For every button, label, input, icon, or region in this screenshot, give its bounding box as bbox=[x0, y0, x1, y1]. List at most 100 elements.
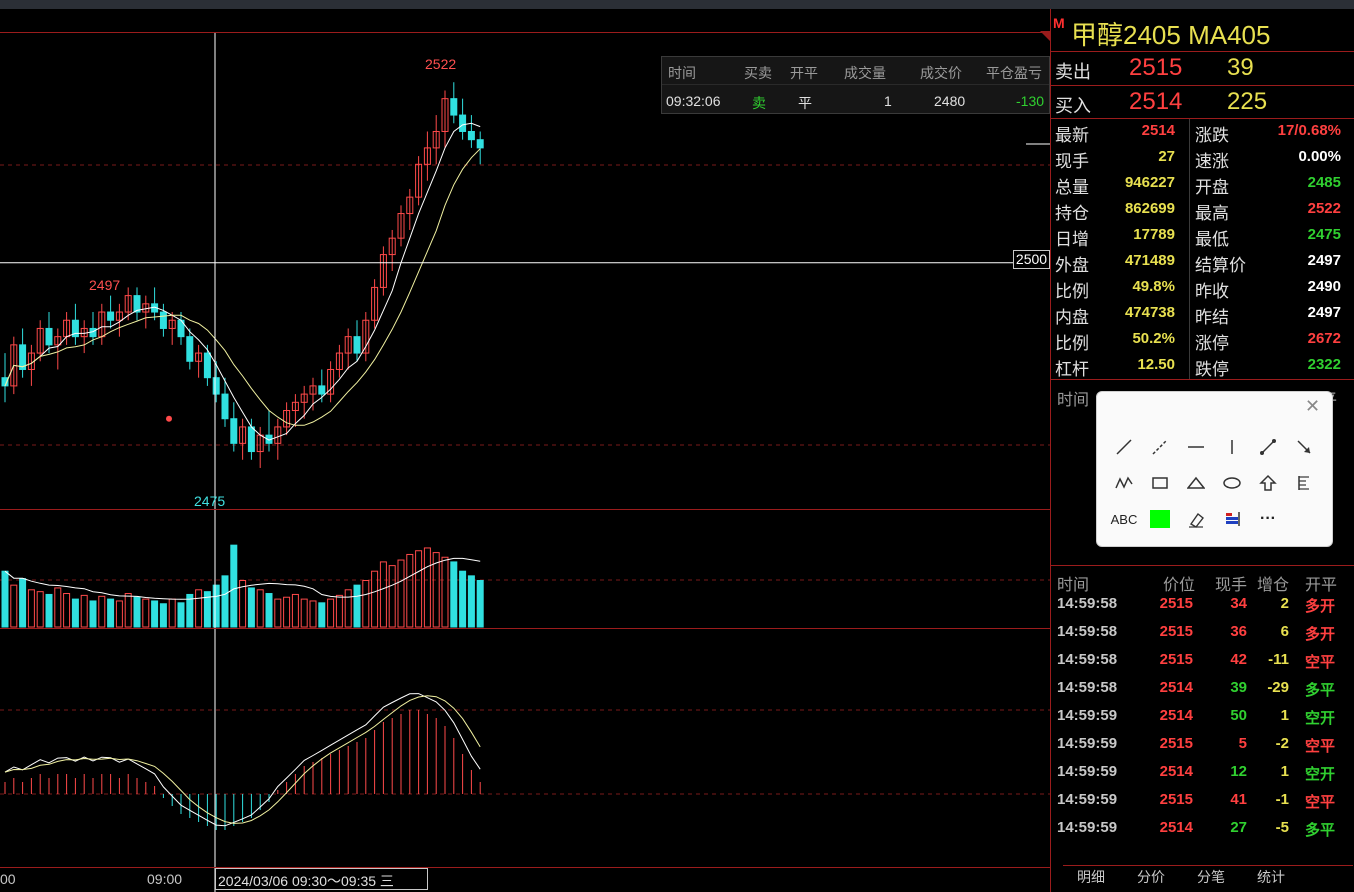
tick-row[interactable]: 14:59:58 2515 36 6 多开 bbox=[1051, 623, 1354, 651]
ellipse-tool[interactable] bbox=[1219, 470, 1245, 496]
stat-label: 昨收 bbox=[1195, 282, 1229, 301]
volume-bar bbox=[159, 603, 167, 628]
trade-record-popup[interactable]: 时间 买卖 开平 成交量 成交价 平仓盈亏 09:32:06 卖 平 1 248… bbox=[661, 56, 1050, 114]
left-high-price-label: 2497 bbox=[89, 277, 121, 293]
ellipse-icon bbox=[1223, 477, 1241, 489]
volume-bar bbox=[27, 589, 35, 628]
volume-bar bbox=[54, 587, 62, 628]
stat-label: 日增 bbox=[1055, 230, 1089, 249]
tick-type: 多平 bbox=[1305, 822, 1336, 839]
horizontal-line-tool[interactable] bbox=[1183, 434, 1209, 460]
volume-bar bbox=[318, 602, 326, 628]
drawing-tools-popup[interactable]: ✕ ABC ··· bbox=[1096, 391, 1333, 547]
tab-stats[interactable]: 统计 bbox=[1257, 867, 1285, 887]
tick-price: 2515 bbox=[1159, 791, 1193, 808]
tick-row[interactable]: 14:59:58 2515 34 2 多开 bbox=[1051, 595, 1354, 623]
volume-bar bbox=[406, 553, 414, 628]
stats-row: 杠杆 12.50 跌停 2322 bbox=[1051, 353, 1354, 379]
ask-price: 2515 bbox=[1129, 54, 1183, 81]
tick-time: 14:59:59 bbox=[1057, 707, 1118, 724]
segment-tool[interactable] bbox=[1255, 434, 1281, 460]
fibonacci-tool[interactable] bbox=[1291, 470, 1317, 496]
trade-data-row[interactable]: 09:32:06 卖 平 1 2480 -130 bbox=[662, 87, 1049, 115]
stat-label: 现手 bbox=[1055, 152, 1089, 171]
stats-row: 外盘 471489 结算价 2497 bbox=[1051, 249, 1354, 275]
zigzag-icon bbox=[1115, 476, 1133, 489]
tick-qty: 36 bbox=[1230, 623, 1247, 640]
stat-value: 49.8% bbox=[1132, 278, 1175, 295]
bid-label: 买入 bbox=[1055, 96, 1091, 116]
tick-time: 14:59:58 bbox=[1057, 623, 1118, 640]
trade-header-price: 成交价 bbox=[920, 65, 962, 81]
trade-header-time: 时间 bbox=[668, 65, 696, 81]
flag-tool[interactable] bbox=[1219, 506, 1245, 532]
volume-bar bbox=[274, 598, 282, 628]
stat-label: 开盘 bbox=[1195, 178, 1229, 197]
arrow-line-tool[interactable] bbox=[1291, 434, 1317, 460]
volume-bar bbox=[256, 589, 264, 628]
stat-value: 2514 bbox=[1141, 122, 1175, 139]
trade-volume: 1 bbox=[884, 93, 892, 109]
stats-bottom-border bbox=[1051, 379, 1354, 380]
tick-row[interactable]: 14:59:59 2515 41 -1 空平 bbox=[1051, 791, 1354, 819]
trade-side: 卖 bbox=[752, 95, 766, 111]
trade-openclose: 平 bbox=[798, 95, 812, 111]
rectangle-tool[interactable] bbox=[1147, 470, 1173, 496]
color-tool[interactable] bbox=[1147, 506, 1173, 532]
candle-body bbox=[467, 130, 475, 141]
stat-label: 最低 bbox=[1195, 230, 1229, 249]
tick-oi: 1 bbox=[1280, 763, 1289, 780]
macd-bottom-border bbox=[0, 867, 1050, 868]
stat-label: 涨跌 bbox=[1195, 126, 1229, 145]
stat-label: 内盘 bbox=[1055, 308, 1089, 327]
volume-bar bbox=[265, 593, 273, 628]
stat-value: 12.50 bbox=[1137, 356, 1175, 373]
tick-row[interactable]: 14:59:58 2515 42 -11 空平 bbox=[1051, 651, 1354, 679]
volume-bar bbox=[98, 595, 106, 628]
volume-bar bbox=[133, 596, 141, 628]
tick-qty: 34 bbox=[1230, 595, 1247, 612]
zigzag-tool[interactable] bbox=[1111, 470, 1137, 496]
candle-body bbox=[230, 418, 238, 444]
line-icon bbox=[1116, 439, 1132, 455]
tick-row[interactable]: 14:59:59 2514 27 -5 多平 bbox=[1051, 819, 1354, 847]
tabs-border bbox=[1063, 865, 1353, 866]
dashed-line-tool[interactable] bbox=[1147, 434, 1173, 460]
tick-time: 14:59:59 bbox=[1057, 763, 1118, 780]
trade-header-pnl: 平仓盈亏 bbox=[986, 65, 1042, 81]
volume-bar bbox=[423, 547, 431, 628]
tick-row[interactable]: 14:59:59 2514 50 1 空开 bbox=[1051, 707, 1354, 735]
vertical-line-tool[interactable] bbox=[1219, 434, 1245, 460]
text-tool[interactable]: ABC bbox=[1111, 506, 1138, 532]
trade-time: 09:32:06 bbox=[666, 93, 721, 109]
more-tool[interactable]: ··· bbox=[1255, 506, 1281, 532]
tab-tick[interactable]: 分笔 bbox=[1197, 867, 1225, 887]
tick-row[interactable]: 14:59:59 2514 12 1 空开 bbox=[1051, 763, 1354, 791]
line-tool[interactable] bbox=[1111, 434, 1137, 460]
tick-qty: 39 bbox=[1230, 679, 1247, 696]
stat-label: 最高 bbox=[1195, 204, 1229, 223]
up-arrow-tool[interactable] bbox=[1255, 470, 1281, 496]
crosshair-time-label: 2024/03/06 09:30～09:35 三 bbox=[215, 868, 428, 890]
kline-chart[interactable] bbox=[0, 9, 1050, 892]
volume-bar bbox=[335, 594, 343, 628]
stat-value: 2672 bbox=[1307, 330, 1341, 347]
triangle-tool[interactable] bbox=[1183, 470, 1209, 496]
tab-price-dist[interactable]: 分价 bbox=[1137, 867, 1165, 887]
tick-row[interactable]: 14:59:59 2515 5 -2 空平 bbox=[1051, 735, 1354, 763]
eraser-tool[interactable] bbox=[1183, 506, 1209, 532]
candle-body bbox=[203, 352, 211, 379]
color-icon bbox=[1150, 510, 1170, 528]
tick-type: 空开 bbox=[1305, 710, 1336, 727]
candle-body bbox=[221, 393, 229, 420]
tick-oi: -11 bbox=[1268, 651, 1289, 668]
stat-label: 外盘 bbox=[1055, 256, 1089, 275]
tick-header-qty: 现手 bbox=[1215, 577, 1248, 594]
tick-row[interactable]: 14:59:58 2514 39 -29 多平 bbox=[1051, 679, 1354, 707]
ask-qty: 39 bbox=[1227, 54, 1254, 81]
tab-detail[interactable]: 明细 bbox=[1077, 867, 1105, 887]
close-icon[interactable]: ✕ bbox=[1305, 396, 1320, 417]
stat-value: 2490 bbox=[1307, 278, 1341, 295]
stats-row: 最新 2514 涨跌 17/0.68% bbox=[1051, 119, 1354, 145]
ma-long-line bbox=[4, 148, 481, 426]
